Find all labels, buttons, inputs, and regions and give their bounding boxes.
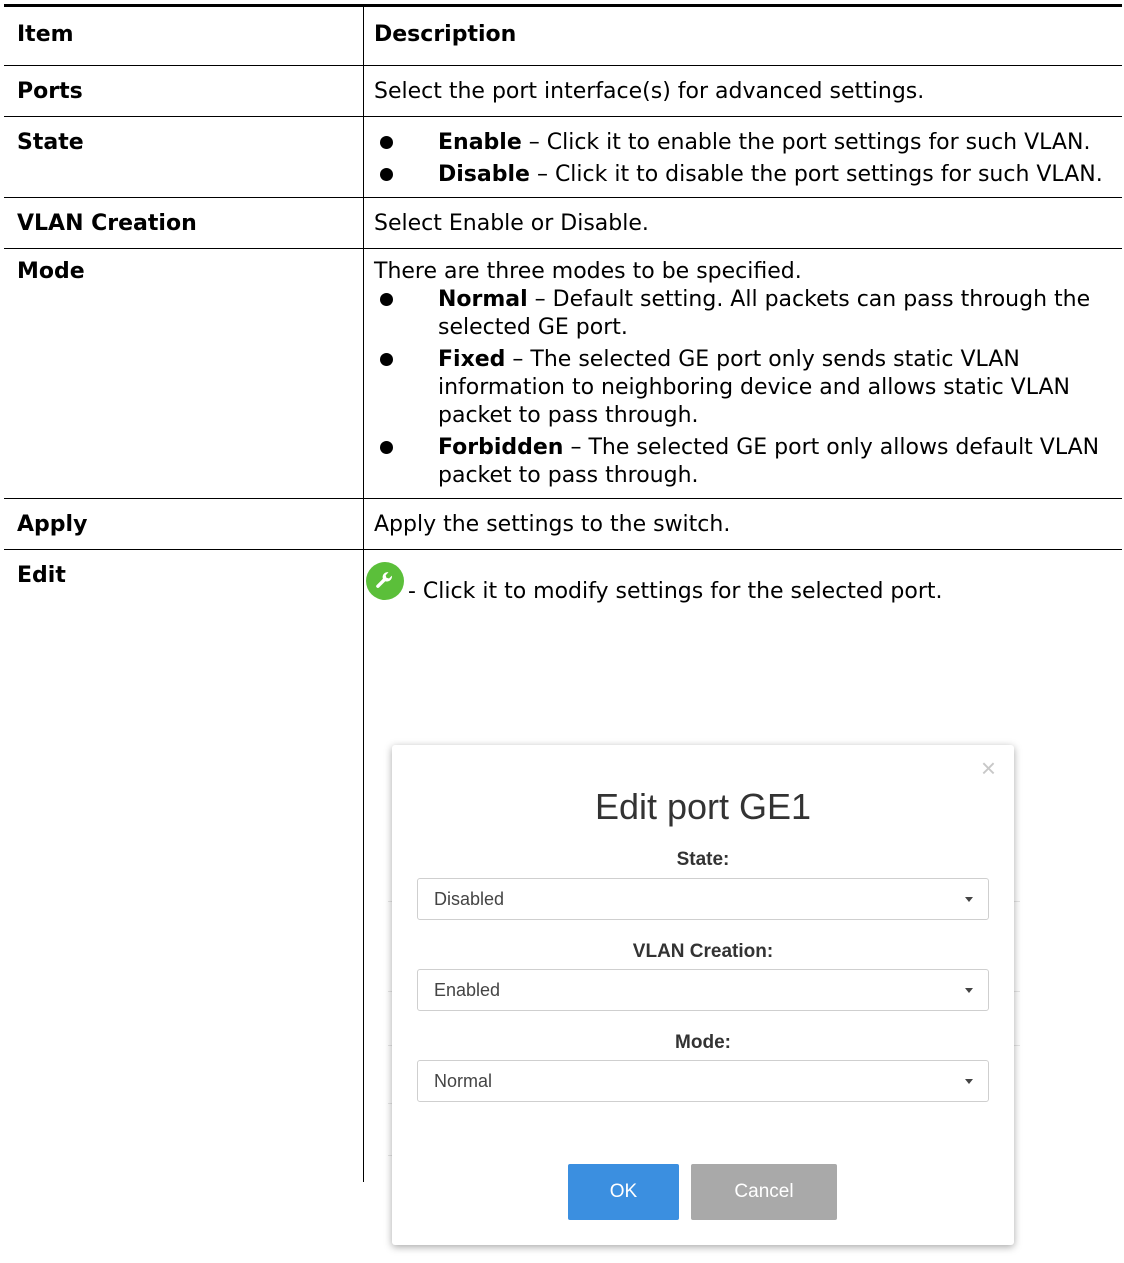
table-row-state: State Enable – Click it to enable the po… [4,116,1122,198]
bullet-term: Disable [438,162,530,187]
mode-intro: There are three modes to be specified. [374,259,802,284]
background-line [1014,901,1020,902]
item-vlan-creation: VLAN Creation [4,197,364,249]
bullet-icon [380,441,393,454]
item-edit: Edit [17,563,66,588]
bullet-term: Enable [438,130,522,155]
bullet-text: – Click it to enable the port settings f… [521,130,1091,155]
ok-button[interactable]: OK [568,1164,679,1220]
desc-apply: Apply the settings to the switch. [363,498,1122,550]
wrench-icon-glyph [376,572,392,588]
list-item: Forbidden – The selected GE port only al… [374,434,1122,490]
caret-down-icon [965,897,973,902]
desc-state: Enable – Click it to enable the port set… [363,116,1122,198]
mode-select-value: Normal [434,1071,493,1091]
dialog-title: Edit port GE1 [594,786,812,827]
table-row-mode: Mode There are three modes to be specifi… [4,248,1122,499]
list-item: Normal – Default setting. All packets ca… [374,286,1122,342]
header-item: Item [4,5,364,66]
list-item: Disable – Click it to disable the port s… [374,161,1122,189]
state-bullet-list: Enable – Click it to enable the port set… [374,129,1122,189]
cancel-button[interactable]: Cancel [691,1164,837,1220]
bullet-text: – Default setting. All packets can pass … [438,287,1091,340]
bullet-icon [380,293,393,306]
bullet-text: – The selected GE port only sends static… [438,347,1070,428]
item-state: State [4,116,364,198]
vlan-creation-label: VLAN Creation: [632,941,774,962]
table-row-vlan-creation: VLAN Creation Select Enable or Disable. [4,197,1122,249]
mode-label: Mode: [675,1032,731,1053]
table-row-ports: Ports Select the port interface(s) for a… [4,65,1122,117]
caret-down-icon [965,1079,973,1084]
table-row-apply: Apply Apply the settings to the switch. [4,498,1122,550]
item-apply: Apply [4,498,364,550]
state-select[interactable]: Disabled [417,878,989,920]
header-description: Description [363,5,1122,66]
desc-ports: Select the port interface(s) for advance… [363,65,1122,117]
bullet-icon [380,136,393,149]
state-label: State: [676,849,730,870]
background-line [1014,991,1020,992]
vlan-creation-select-value: Enabled [434,980,501,1000]
item-ports: Ports [4,65,364,117]
background-line [1014,1045,1020,1046]
table-header: Item Description [4,5,1122,66]
edit-port-dialog: × Edit port GE1 State: Disabled VLAN Cre… [392,745,1014,1245]
item-mode: Mode [4,248,364,499]
bullet-icon [380,168,393,181]
bullet-term: Forbidden [438,435,564,460]
desc-vlan-creation: Select Enable or Disable. [363,197,1122,249]
desc-mode: There are three modes to be specified. N… [363,248,1122,499]
bullet-icon [380,353,393,366]
list-item: Enable – Click it to enable the port set… [374,129,1122,157]
bullet-term: Fixed [438,347,506,372]
mode-bullet-list: Normal – Default setting. All packets ca… [374,286,1122,490]
wrench-icon[interactable] [366,562,404,600]
caret-down-icon [965,988,973,993]
list-item: Fixed – The selected GE port only sends … [374,346,1122,430]
state-select-value: Disabled [434,889,505,909]
close-icon[interactable]: × [981,755,996,781]
edit-description-text: - Click it to modify settings for the se… [408,579,943,604]
edit-port-modal-screenshot: × Edit port GE1 State: Disabled VLAN Cre… [388,745,1028,1257]
bullet-term: Normal [438,287,528,312]
mode-select[interactable]: Normal [417,1060,989,1102]
vlan-creation-select[interactable]: Enabled [417,969,989,1011]
edit-description-line: - Click it to modify settings for the se… [366,562,1122,604]
bullet-text: – Click it to disable the port settings … [529,162,1103,187]
